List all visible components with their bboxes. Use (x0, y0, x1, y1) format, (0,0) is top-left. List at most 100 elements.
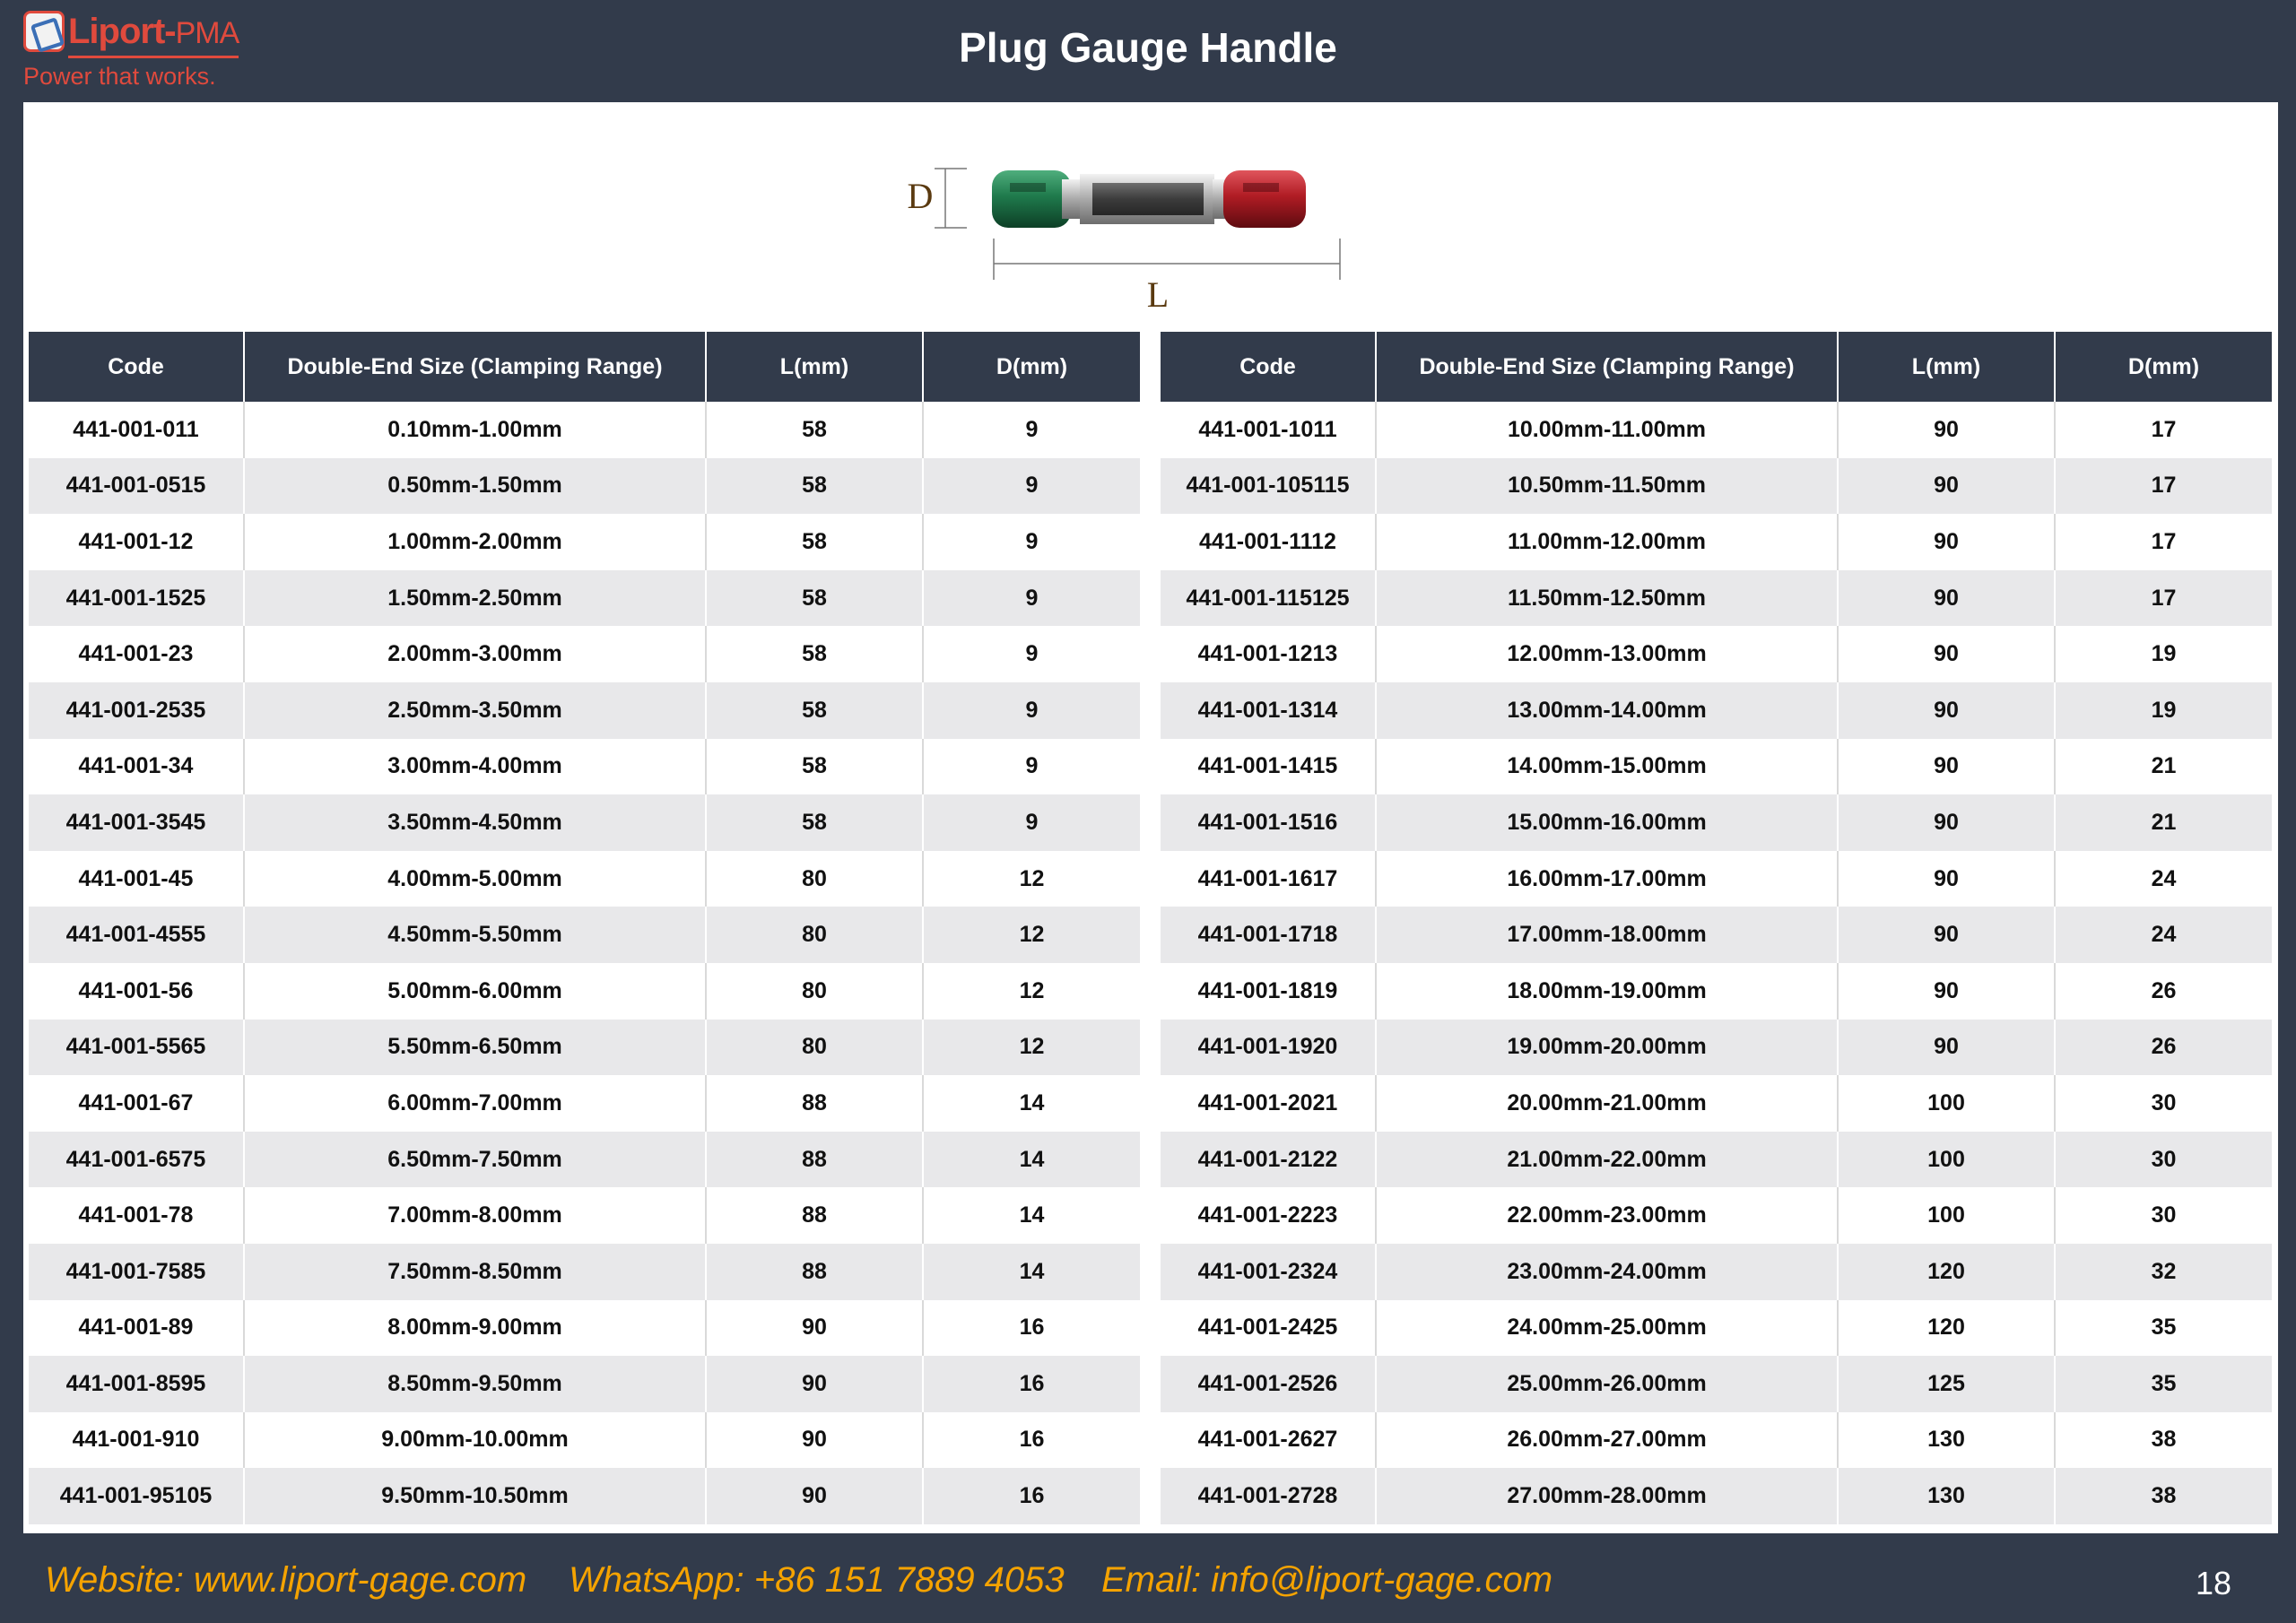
cell-code: 441-001-2627 (1161, 1411, 1377, 1469)
cell-size: 27.00mm-28.00mm (1376, 1468, 1839, 1524)
cell-size: 23.00mm-24.00mm (1376, 1243, 1839, 1300)
cell-diameter: 12 (923, 962, 1140, 1020)
table-row: 441-001-2122 21.00mm-22.00mm 100 30 (1161, 1131, 2272, 1188)
table-row: 441-001-1213 12.00mm-13.00mm 90 19 (1161, 626, 2272, 682)
cell-diameter: 16 (923, 1299, 1140, 1357)
cell-length: 90 (1838, 907, 2056, 963)
cell-code: 441-001-2535 (29, 681, 245, 739)
cell-diameter: 26 (2055, 1019, 2272, 1076)
cell-code: 441-001-1516 (1161, 794, 1377, 851)
cell-code: 441-001-67 (29, 1075, 245, 1132)
table-row: 441-001-67 6.00mm-7.00mm 88 14 (29, 1075, 1140, 1132)
cell-code: 441-001-910 (29, 1411, 245, 1469)
cell-length: 80 (706, 850, 924, 907)
footer-email: Email: info@liport-gage.com (1101, 1560, 1553, 1600)
cell-length: 88 (706, 1131, 924, 1188)
cell-size: 7.00mm-8.00mm (244, 1187, 707, 1244)
cell-length: 58 (706, 514, 924, 570)
cell-length: 88 (706, 1187, 924, 1244)
cell-length: 80 (706, 962, 924, 1020)
cell-diameter: 12 (923, 850, 1140, 907)
cell-code: 441-001-105115 (1161, 457, 1377, 515)
cell-diameter: 9 (923, 626, 1140, 682)
cell-length: 58 (706, 626, 924, 682)
table-row: 441-001-3545 3.50mm-4.50mm 58 9 (29, 794, 1140, 851)
cell-size: 6.00mm-7.00mm (244, 1075, 707, 1132)
cell-code: 441-001-45 (29, 850, 245, 907)
cell-length: 90 (1838, 962, 2056, 1020)
cell-code: 441-001-3545 (29, 794, 245, 851)
table-row: 441-001-23 2.00mm-3.00mm 58 9 (29, 626, 1140, 682)
label-l: L (1147, 274, 1169, 315)
cell-diameter: 30 (2055, 1187, 2272, 1244)
cell-code: 441-001-2223 (1161, 1187, 1377, 1244)
table-row: 441-001-6575 6.50mm-7.50mm 88 14 (29, 1131, 1140, 1188)
cell-code: 441-001-1525 (29, 569, 245, 627)
table-row: 441-001-2627 26.00mm-27.00mm 130 38 (1161, 1411, 2272, 1469)
footer-whatsapp: WhatsApp: +86 151 7889 4053 (569, 1560, 1065, 1600)
cell-size: 21.00mm-22.00mm (1376, 1131, 1839, 1188)
cell-diameter: 9 (923, 738, 1140, 795)
cell-diameter: 9 (923, 457, 1140, 515)
cell-size: 9.50mm-10.50mm (244, 1468, 707, 1524)
footer: Website: www.liport-gage.com WhatsApp: +… (0, 1560, 2296, 1610)
cell-size: 25.00mm-26.00mm (1376, 1356, 1839, 1412)
cell-code: 441-001-1617 (1161, 850, 1377, 907)
cell-size: 5.00mm-6.00mm (244, 962, 707, 1020)
cell-size: 18.00mm-19.00mm (1376, 962, 1839, 1020)
page-title: Plug Gauge Handle (959, 24, 1337, 71)
cell-diameter: 9 (923, 514, 1140, 570)
cell-diameter: 24 (2055, 907, 2272, 963)
column-header-diameter: D(mm) (923, 332, 1140, 402)
cell-size: 22.00mm-23.00mm (1376, 1187, 1839, 1244)
table-row: 441-001-1617 16.00mm-17.00mm 90 24 (1161, 850, 2272, 907)
cell-code: 441-001-5565 (29, 1019, 245, 1076)
plug-gauge-handle-diagram: D L (908, 168, 1341, 315)
cell-code: 441-001-011 (29, 402, 245, 458)
table-row: 441-001-12 1.00mm-2.00mm 58 9 (29, 514, 1140, 570)
cell-length: 88 (706, 1075, 924, 1132)
cell-size: 1.00mm-2.00mm (244, 514, 707, 570)
cell-length: 90 (1838, 1019, 2056, 1076)
cell-size: 3.00mm-4.00mm (244, 738, 707, 795)
cell-length: 90 (1838, 850, 2056, 907)
cell-size: 4.00mm-5.00mm (244, 850, 707, 907)
cell-size: 9.00mm-10.00mm (244, 1411, 707, 1469)
cell-length: 58 (706, 569, 924, 627)
cell-code: 441-001-115125 (1161, 569, 1377, 627)
cell-diameter: 21 (2055, 738, 2272, 795)
cell-length: 80 (706, 907, 924, 963)
cell-code: 441-001-2324 (1161, 1243, 1377, 1300)
cell-code: 441-001-8595 (29, 1356, 245, 1412)
cell-diameter: 12 (923, 907, 1140, 963)
cell-length: 90 (706, 1411, 924, 1469)
cell-size: 16.00mm-17.00mm (1376, 850, 1839, 907)
cell-code: 441-001-23 (29, 626, 245, 682)
cell-length: 58 (706, 794, 924, 851)
cell-diameter: 9 (923, 681, 1140, 739)
cell-size: 3.50mm-4.50mm (244, 794, 707, 851)
table-row: 441-001-89 8.00mm-9.00mm 90 16 (29, 1299, 1140, 1357)
cell-diameter: 32 (2055, 1243, 2272, 1300)
table-row: 441-001-5565 5.50mm-6.50mm 80 12 (29, 1019, 1140, 1076)
cell-code: 441-001-0515 (29, 457, 245, 515)
cell-length: 90 (1838, 569, 2056, 627)
cell-size: 15.00mm-16.00mm (1376, 794, 1839, 851)
table-row: 441-001-78 7.00mm-8.00mm 88 14 (29, 1187, 1140, 1244)
cell-length: 90 (1838, 794, 2056, 851)
table-row: 441-001-1011 10.00mm-11.00mm 90 17 (1161, 402, 2272, 458)
cell-size: 12.00mm-13.00mm (1376, 626, 1839, 682)
column-header-length: L(mm) (706, 332, 924, 402)
table-row: 441-001-1314 13.00mm-14.00mm 90 19 (1161, 681, 2272, 739)
cell-length: 130 (1838, 1468, 2056, 1524)
cell-code: 441-001-78 (29, 1187, 245, 1244)
cell-diameter: 14 (923, 1131, 1140, 1188)
spec-table-left: Code Double-End Size (Clamping Range) L(… (29, 332, 1140, 1524)
cell-code: 441-001-1819 (1161, 962, 1377, 1020)
cell-diameter: 21 (2055, 794, 2272, 851)
cell-diameter: 19 (2055, 626, 2272, 682)
page-number: 18 (2195, 1565, 2231, 1601)
table-row: 441-001-2526 25.00mm-26.00mm 125 35 (1161, 1356, 2272, 1412)
cell-diameter: 14 (923, 1243, 1140, 1300)
table-row: 441-001-2535 2.50mm-3.50mm 58 9 (29, 681, 1140, 739)
